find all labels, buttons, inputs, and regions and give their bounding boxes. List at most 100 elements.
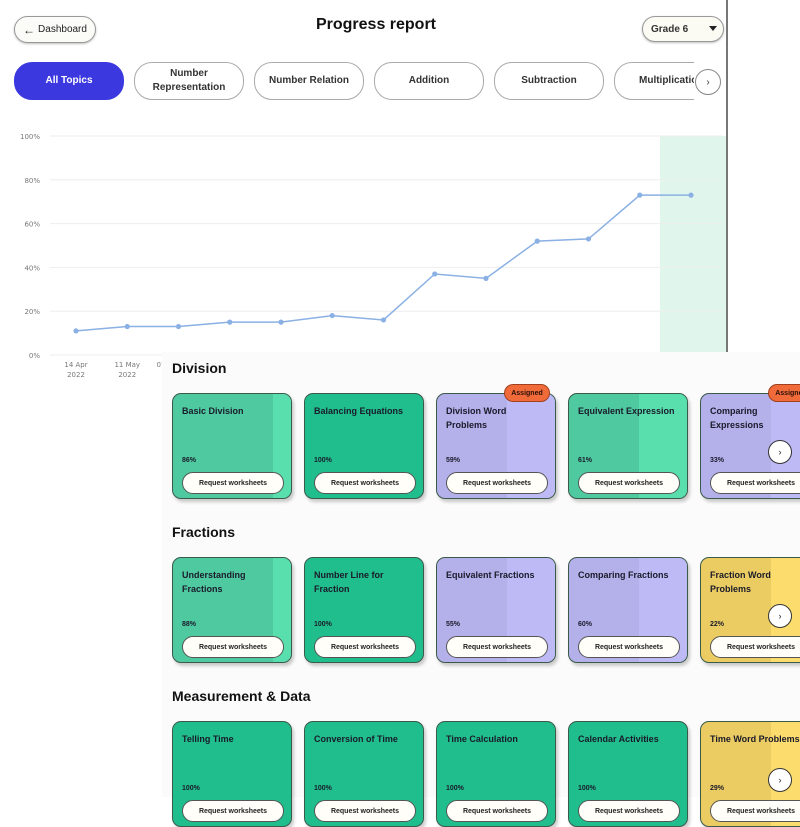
current-period-highlight bbox=[660, 136, 726, 355]
topic-name: Division Word Problems bbox=[446, 406, 507, 430]
data-point bbox=[227, 319, 233, 325]
request-worksheets-button[interactable]: Request worksheets bbox=[710, 800, 800, 822]
topic-card[interactable]: Time Calculation 100% Request worksheets bbox=[436, 721, 556, 827]
topic-name: Calendar Activities bbox=[578, 734, 659, 744]
data-point bbox=[637, 192, 643, 198]
data-point bbox=[380, 317, 387, 323]
topic-progress-percent: 100% bbox=[314, 785, 332, 792]
data-point bbox=[175, 323, 182, 330]
data-point bbox=[73, 328, 79, 334]
request-worksheets-button[interactable]: Request worksheets bbox=[578, 472, 680, 494]
assigned-badge: Assigned bbox=[768, 384, 800, 402]
chevron-right-icon: › bbox=[778, 447, 782, 457]
topic-progress-percent: 60% bbox=[578, 621, 593, 628]
request-worksheets-button[interactable]: Request worksheets bbox=[446, 636, 548, 658]
topic-progress-percent: 100% bbox=[578, 785, 596, 792]
topic-card[interactable]: Basic Division 86% Request worksheets bbox=[172, 393, 292, 499]
chevron-right-icon: › bbox=[706, 76, 710, 88]
data-point bbox=[585, 236, 592, 242]
request-worksheets-button[interactable]: Request worksheets bbox=[578, 636, 680, 658]
topic-name: Comparing Fractions bbox=[578, 570, 669, 580]
row-next-button[interactable]: › bbox=[768, 440, 792, 464]
data-point bbox=[329, 312, 335, 319]
request-worksheets-button[interactable]: Request worksheets bbox=[710, 472, 800, 494]
x-tick-label: 14 Apr bbox=[64, 361, 87, 369]
topic-progress-percent: 59% bbox=[446, 457, 461, 464]
request-worksheets-button[interactable]: Request worksheets bbox=[446, 472, 548, 494]
topic-progress-percent: 22% bbox=[710, 621, 725, 628]
topic-progress-percent: 100% bbox=[446, 785, 464, 792]
tabs-next-button[interactable]: › bbox=[695, 69, 721, 95]
topic-card[interactable]: Calendar Activities 100% Request worksheet… bbox=[568, 721, 688, 827]
topic-name: Time Calculation bbox=[446, 734, 518, 744]
request-worksheets-button[interactable]: Request worksheets bbox=[182, 472, 284, 494]
topic-card[interactable]: Division Word Problems 59% Request workshe… bbox=[436, 393, 556, 499]
y-tick-label: 40% bbox=[24, 264, 40, 272]
topic-sections: Division Basic Division 86% Request workshe… bbox=[162, 352, 800, 827]
x-tick-label: 2022 bbox=[118, 371, 136, 379]
request-worksheets-button[interactable]: Request worksheets bbox=[314, 636, 416, 658]
y-tick-label: 60% bbox=[24, 221, 40, 229]
section-title: Division bbox=[172, 360, 227, 376]
section-title: Fractions bbox=[172, 524, 236, 540]
grade-select-value: Grade 6 bbox=[651, 23, 689, 35]
tab-subtraction[interactable]: Subtraction bbox=[494, 62, 604, 100]
request-worksheets-button[interactable]: Request worksheets bbox=[578, 800, 680, 822]
tab-addition[interactable]: Addition bbox=[374, 62, 484, 100]
x-tick-label: 11 May bbox=[114, 361, 140, 369]
row-next-button[interactable]: › bbox=[768, 604, 792, 628]
data-point bbox=[534, 238, 540, 244]
topic-name: Number Line for Fraction bbox=[314, 570, 384, 594]
topic-progress-percent: 100% bbox=[182, 785, 200, 792]
data-point bbox=[278, 319, 284, 325]
topic-name: Basic Division bbox=[182, 406, 244, 416]
request-worksheets-button[interactable]: Request worksheets bbox=[710, 636, 800, 658]
topic-card[interactable]: Conversion of Time 100% Request worksheets bbox=[304, 721, 424, 827]
data-point bbox=[124, 323, 130, 330]
request-worksheets-button[interactable]: Request worksheets bbox=[182, 636, 284, 658]
topic-card[interactable]: Understanding Fractions 88% Request worksh… bbox=[172, 557, 292, 663]
section-title: Measurement & Data bbox=[172, 688, 311, 704]
chevron-right-icon: › bbox=[778, 611, 782, 621]
caret-down-icon bbox=[709, 26, 717, 31]
request-worksheets-button[interactable]: Request worksheets bbox=[314, 472, 416, 494]
tab-number-representation[interactable]: Number Representation bbox=[134, 62, 244, 100]
topic-name: Fraction Word Problems bbox=[710, 570, 771, 594]
request-worksheets-button[interactable]: Request worksheets bbox=[314, 800, 416, 822]
assigned-badge: Assigned bbox=[504, 384, 550, 402]
data-point bbox=[432, 271, 438, 277]
progress-line bbox=[75, 194, 691, 332]
topic-card[interactable]: Equivalent Expression 61% Request workshee… bbox=[568, 393, 688, 499]
y-tick-label: 20% bbox=[24, 308, 40, 316]
topic-card[interactable]: Number Line for Fraction 100% Request work… bbox=[304, 557, 424, 663]
topic-card[interactable]: Balancing Equations 100% Request worksheet… bbox=[304, 393, 424, 499]
data-point bbox=[688, 192, 694, 198]
topic-tabs: All Topics Number Representation Number … bbox=[14, 62, 694, 102]
topic-name: Telling Time bbox=[182, 734, 234, 744]
row-next-button[interactable]: › bbox=[768, 768, 792, 792]
tab-number-relation[interactable]: Number Relation bbox=[254, 62, 364, 100]
topic-name: Conversion of Time bbox=[314, 734, 398, 744]
tab-multiplication[interactable]: Multiplication bbox=[614, 62, 694, 100]
topic-name: Comparing Expressions bbox=[710, 406, 764, 430]
topic-progress-percent: 61% bbox=[578, 457, 593, 464]
topic-progress-percent: 29% bbox=[710, 785, 725, 792]
request-worksheets-button[interactable]: Request worksheets bbox=[182, 800, 284, 822]
tab-all-topics[interactable]: All Topics bbox=[14, 62, 124, 100]
request-worksheets-button[interactable]: Request worksheets bbox=[446, 800, 548, 822]
y-tick-label: 100% bbox=[20, 133, 40, 141]
topic-card[interactable]: Comparing Fractions 60% Request worksheets bbox=[568, 557, 688, 663]
y-tick-label: 80% bbox=[24, 177, 40, 185]
topic-name: Equivalent Fractions bbox=[446, 570, 535, 580]
topic-progress-percent: 86% bbox=[182, 457, 197, 464]
topic-card[interactable]: Telling Time 100% Request worksheets bbox=[172, 721, 292, 827]
progress-panel: ← Dashboard Progress report Grade 6 All … bbox=[0, 0, 728, 400]
topic-name: Equivalent Expression bbox=[578, 406, 675, 416]
data-point bbox=[483, 275, 489, 281]
topic-name: Time Word Problems bbox=[710, 734, 800, 744]
grade-select[interactable]: Grade 6 bbox=[642, 16, 724, 42]
topic-card[interactable]: Equivalent Fractions 55% Request worksheet… bbox=[436, 557, 556, 663]
topic-progress-percent: 100% bbox=[314, 621, 332, 628]
page-title: Progress report bbox=[315, 16, 437, 33]
topic-name: Understanding Fractions bbox=[182, 570, 246, 594]
